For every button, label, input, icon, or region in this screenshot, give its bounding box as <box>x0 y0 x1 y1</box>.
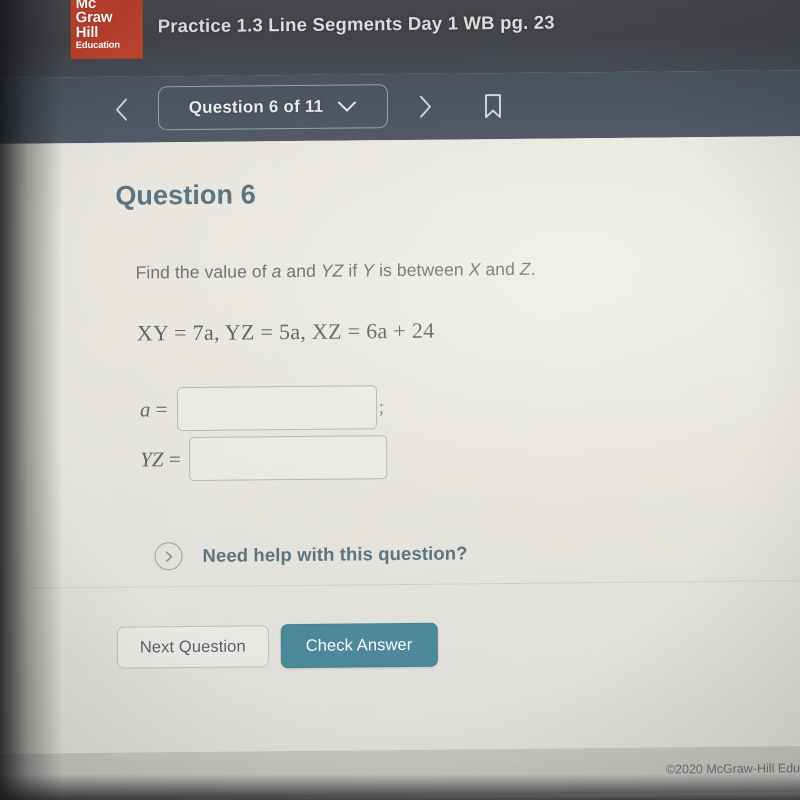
previous-question-button[interactable] <box>105 91 139 129</box>
chevron-down-icon <box>337 100 357 112</box>
check-answer-button[interactable]: Check Answer <box>280 622 438 669</box>
bookmark-icon <box>482 92 504 120</box>
next-question-nav-button[interactable] <box>408 88 442 126</box>
answer-row-a: a = ; <box>139 385 385 432</box>
chevron-right-circle-icon <box>154 542 183 571</box>
answer-input-a[interactable] <box>176 385 377 432</box>
prompt-text-1: Find the value of <box>135 261 272 283</box>
assignment-title: Practice 1.3 Line Segments Day 1 WB pg. … <box>157 11 555 37</box>
prompt-var-x: X <box>468 259 481 280</box>
page-footer: ©2020 McGraw-Hill Educa <box>0 746 800 800</box>
screen-texture-horizontal <box>0 136 800 800</box>
screen-glare <box>0 136 800 800</box>
logo-line-3: Hill <box>75 23 99 41</box>
action-divider <box>32 580 800 589</box>
screen-texture-vertical <box>0 136 800 800</box>
question-prompt: Find the value of a and YZ if Y is betwe… <box>136 259 536 284</box>
device-screen: Mc Graw Hill Education Practice 1.3 Line… <box>0 0 800 800</box>
question-selector-dropdown[interactable]: Question 6 of 11 <box>157 84 389 131</box>
question-equation: XY = 7a, YZ = 5a, XZ = 6a + 24 <box>136 317 435 346</box>
need-help-label: Need help with this question? <box>202 542 468 566</box>
prompt-text-2: and <box>281 260 321 282</box>
chevron-right-icon <box>417 94 433 120</box>
question-content-panel: Question 6 Find the value of a and YZ if… <box>0 136 800 800</box>
prompt-var-y: Y <box>362 260 375 281</box>
answer-label-a: a = <box>139 396 168 422</box>
answer-input-yz[interactable] <box>189 435 388 482</box>
screen-photo: Mc Graw Hill Education Practice 1.3 Line… <box>0 0 800 800</box>
prompt-var-z: Z <box>519 258 531 279</box>
answer-label-yz: YZ = <box>140 446 181 472</box>
prompt-text-6: . <box>530 258 536 279</box>
answer-trailing-a: ; <box>378 395 385 418</box>
logo-line-4: Education <box>75 39 120 52</box>
bookmark-button[interactable] <box>473 86 513 126</box>
answer-row-yz: YZ = <box>140 435 388 482</box>
prompt-text-4: is between <box>374 259 469 281</box>
chevron-left-icon <box>114 97 130 123</box>
question-nav-bar: Question 6 of 11 <box>0 70 800 144</box>
mcgraw-hill-logo: Mc Graw Hill Education <box>70 0 143 60</box>
action-button-row: Next Question Check Answer <box>116 622 438 670</box>
prompt-var-yz: YZ <box>320 260 344 281</box>
prompt-var-a: a <box>271 261 282 282</box>
question-selector-label: Question 6 of 11 <box>188 96 324 118</box>
copyright-text: ©2020 McGraw-Hill Educa <box>665 761 800 777</box>
prompt-text-5: and <box>480 258 520 280</box>
need-help-link[interactable]: Need help with this question? <box>154 539 468 571</box>
next-question-button[interactable]: Next Question <box>116 625 269 669</box>
prompt-text-3: if <box>343 260 363 281</box>
app-header: Mc Graw Hill Education Practice 1.3 Line… <box>0 0 800 78</box>
page-title: Question 6 <box>115 179 256 211</box>
